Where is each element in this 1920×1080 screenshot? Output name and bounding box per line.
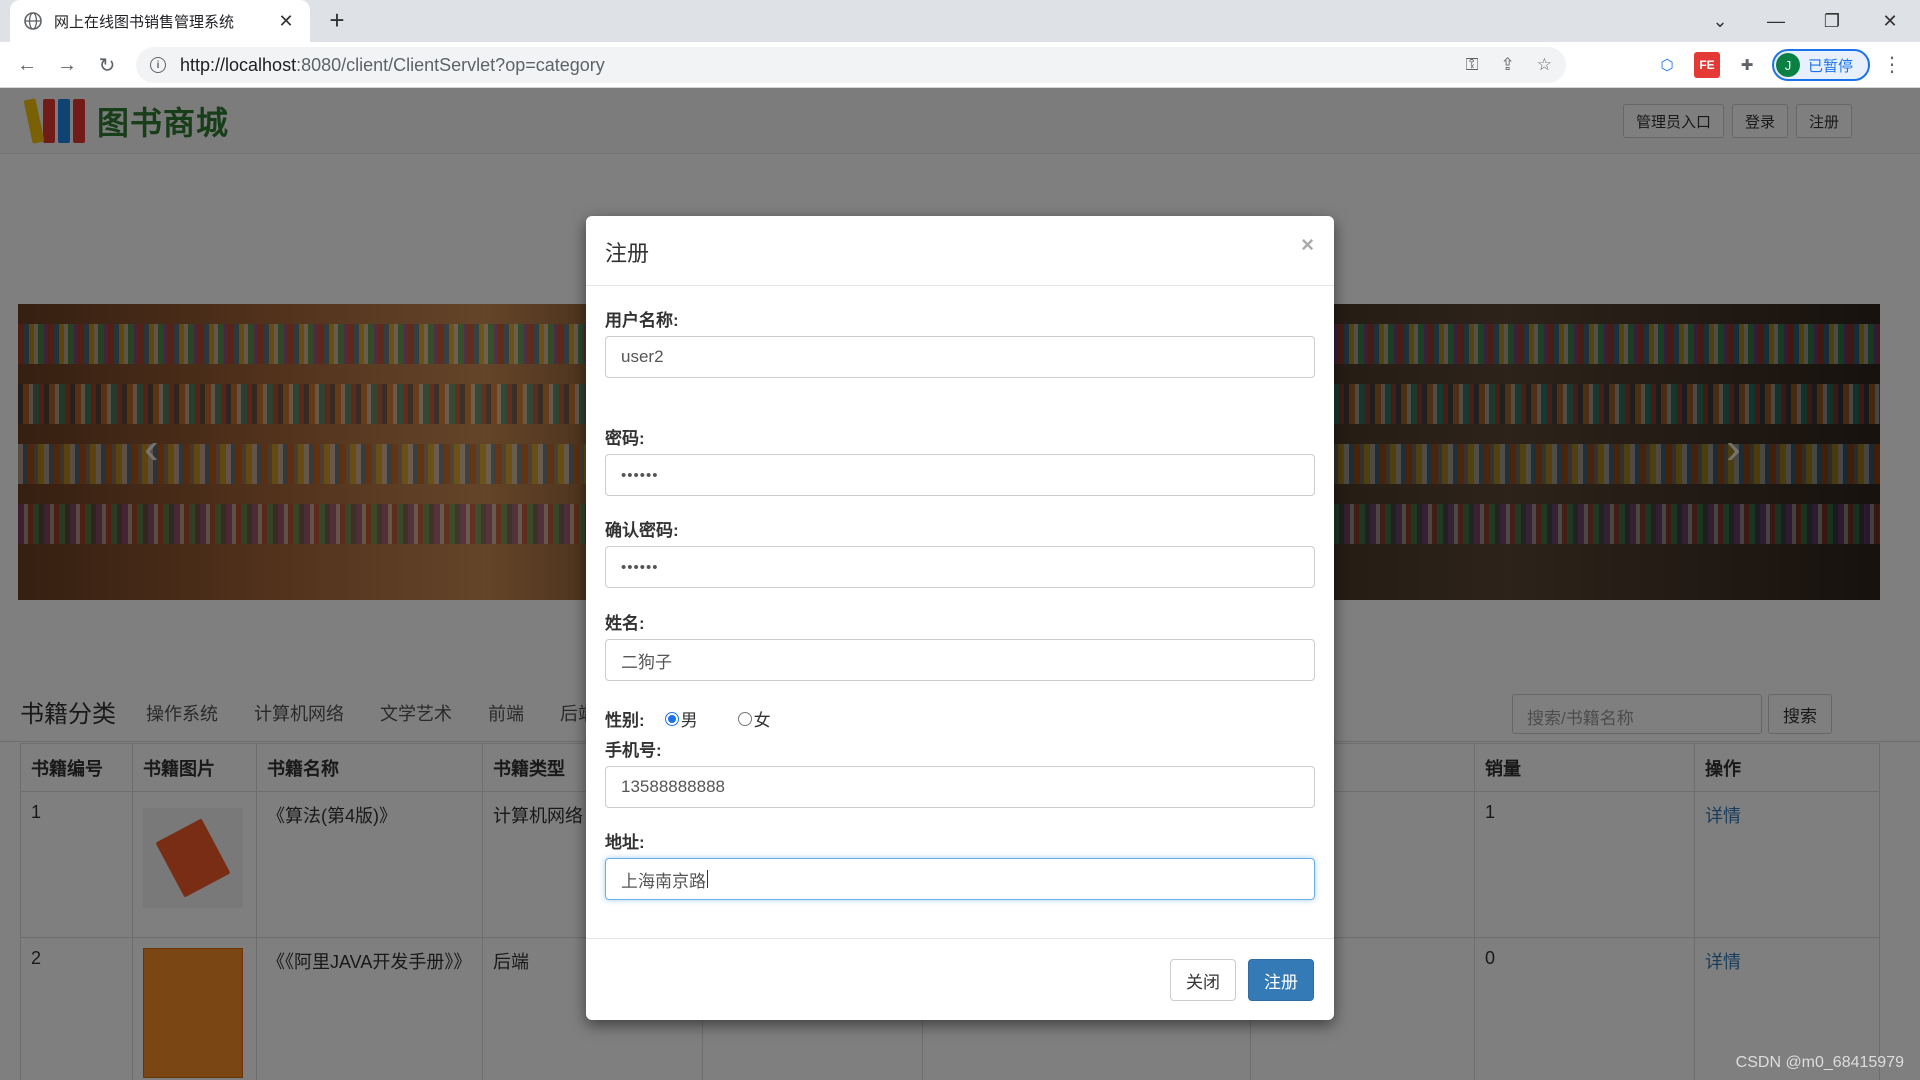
radio-checked-icon[interactable] [664,711,679,726]
bookmark-star-icon[interactable]: ☆ [1537,55,1552,75]
username-label: 用户名称: [605,311,679,330]
key-icon[interactable]: ⚿ [1466,55,1479,75]
forward-icon[interactable]: → [52,50,82,80]
address-input[interactable]: 上海南京路 [605,858,1315,900]
phone-input[interactable]: 13588888888 [605,766,1315,808]
globe-icon [24,12,42,30]
phone-label: 手机号: [605,741,662,760]
extensions-puzzle-icon[interactable]: ✚ [1734,52,1760,78]
name-group: 姓名: 二狗子 [605,609,1315,681]
browser-tab[interactable]: 网上在线图书销售管理系统 ✕ [10,0,310,42]
share-icon[interactable]: ⇪ [1501,55,1515,75]
address-bar[interactable]: i http://localhost:8080/client/ClientSer… [136,47,1566,83]
address-label: 地址: [605,833,645,852]
profile-button[interactable]: J 已暂停 [1772,49,1870,81]
confirm-password-input[interactable]: •••••• [605,546,1315,588]
modal-close-icon[interactable]: × [1301,232,1314,258]
gender-label: 性别: [605,711,645,730]
password-input[interactable]: •••••• [605,454,1315,496]
name-input[interactable]: 二狗子 [605,639,1315,681]
confirm-password-group: 确认密码: •••••• [605,516,1315,588]
browser-menu-icon[interactable]: ⋮ [1882,52,1902,77]
password-label: 密码: [605,429,645,448]
gender-male-option[interactable]: 男 [664,706,698,731]
restore-icon[interactable]: ❐ [1804,0,1860,42]
page-content: 图书商城 管理员入口 登录 注册 ‹ › 书籍分类 操作系统 计算机网络 文学艺… [0,88,1920,1080]
extension-fe-icon[interactable]: FE [1694,52,1720,78]
extension-hexagon-icon[interactable]: ⬡ [1654,52,1680,78]
username-input[interactable]: user2 [605,336,1315,378]
address-group: 地址: 上海南京路 [605,828,1315,900]
address-toolbar: ← → ↻ i http://localhost:8080/client/Cli… [0,42,1920,88]
username-group: 用户名称: user2 [605,306,1315,378]
site-info-icon[interactable]: i [150,57,166,73]
new-tab-icon[interactable]: + [322,6,352,36]
reload-icon[interactable]: ↻ [92,50,122,80]
confirm-password-label: 确认密码: [605,521,679,540]
register-submit-button[interactable]: 注册 [1248,959,1314,1001]
modal-title: 注册 [605,241,650,266]
tab-search-icon[interactable]: ⌄ [1692,0,1748,42]
modal-footer: 关闭 注册 [586,938,1334,1020]
browser-tab-strip: 网上在线图书销售管理系统 ✕ + ⌄ — ❐ ✕ [0,0,1920,42]
radio-unchecked-icon[interactable] [737,711,752,726]
password-group: 密码: •••••• [605,424,1315,496]
gender-group: 性别: 男 女 [605,706,811,731]
close-button[interactable]: 关闭 [1170,959,1236,1001]
phone-group: 手机号: 13588888888 [605,736,1315,808]
window-close-icon[interactable]: ✕ [1862,0,1918,42]
register-modal: 注册 × 用户名称: user2 密码: •••••• 确认密码: ••••••… [586,216,1334,1020]
avatar: J [1776,53,1800,77]
watermark-credit: CSDN @m0_68415979 [1735,1054,1904,1071]
back-icon[interactable]: ← [12,50,42,80]
tab-title: 网上在线图书销售管理系统 [54,13,235,31]
modal-header: 注册 × [586,216,1334,286]
name-label: 姓名: [605,614,645,633]
minimize-icon[interactable]: — [1748,0,1804,42]
close-tab-icon[interactable]: ✕ [276,11,296,32]
url-text: http://localhost:8080/client/ClientServl… [180,54,605,75]
profile-status: 已暂停 [1808,57,1854,75]
gender-female-option[interactable]: 女 [737,706,771,731]
text-cursor [707,870,708,888]
